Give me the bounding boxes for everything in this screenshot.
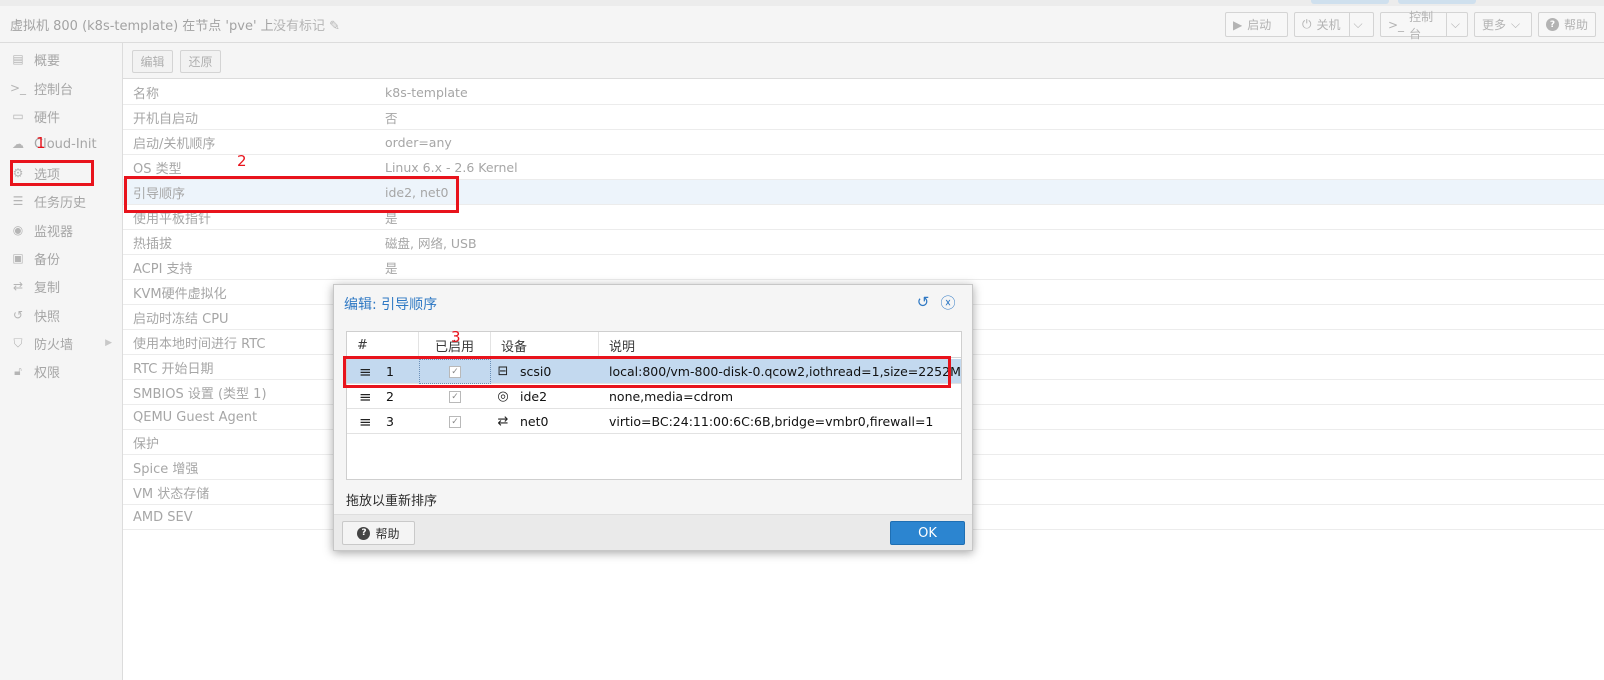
sidebar-item-cloudinit[interactable]: ☁ Cloud-Init bbox=[10, 133, 118, 155]
more-button[interactable]: 更多 ⌵ bbox=[1474, 12, 1532, 37]
sidebar-item-permissions[interactable]: 🔓︎ 权限 bbox=[10, 360, 118, 382]
dialog-footer: ? 帮助 OK bbox=[334, 514, 972, 550]
option-row[interactable]: 名称 k8s-template bbox=[123, 80, 1604, 105]
retweet-icon: ⇄ bbox=[12, 279, 24, 293]
enabled-checkbox-cell[interactable]: ✓ bbox=[419, 409, 491, 434]
eye-icon: ◉ bbox=[12, 223, 24, 237]
grid-header: # 已启用 设备 说明 bbox=[347, 332, 961, 358]
grid-row[interactable]: ≡ 2 ✓ ◎ ide2 none,media=cdrom bbox=[347, 384, 961, 409]
chevron-down-icon[interactable]: ⌵ bbox=[1445, 13, 1460, 36]
drag-handle-icon[interactable]: ≡ bbox=[359, 409, 375, 434]
shield-icon: ⛉ bbox=[13, 335, 23, 350]
enabled-checkbox[interactable]: ✓ bbox=[449, 390, 461, 403]
help-button[interactable]: ? 帮助 bbox=[1538, 12, 1596, 37]
sidebar-item-summary[interactable]: ▤ 概要 bbox=[10, 48, 118, 70]
sidebar-item-options[interactable]: ⚙ 选项 bbox=[10, 162, 118, 184]
option-row[interactable]: 开机自启动否 bbox=[123, 105, 1604, 130]
grid-row[interactable]: ≡ 3 ✓ ⇄ net0 virtio=BC:24:11:00:6C:6B,bri… bbox=[347, 409, 961, 434]
revert-button[interactable]: 还原 bbox=[180, 50, 221, 73]
list-icon: ☰ bbox=[12, 194, 24, 208]
monitor-icon: ▭ bbox=[12, 109, 24, 123]
enabled-checkbox[interactable]: ✓ bbox=[449, 365, 461, 378]
option-row[interactable]: 热插拔 磁盘, 网络, USB bbox=[123, 230, 1604, 255]
sidebar-item-task-history[interactable]: ☰ 任务历史 bbox=[10, 190, 118, 212]
option-row-boot-order[interactable]: 引导顺序 ide2, net0 bbox=[123, 180, 1604, 205]
dialog-header: 编辑: 引导顺序 ↺ ⓧ bbox=[334, 285, 972, 320]
sidebar-item-backup[interactable]: ▣ 备份 bbox=[10, 247, 118, 269]
chevron-down-icon[interactable]: ⌵ bbox=[1348, 13, 1363, 36]
drag-hint: 拖放以重新排序 bbox=[346, 494, 438, 509]
sidebar-item-snapshots[interactable]: ↺ 快照 bbox=[10, 304, 118, 326]
chevron-right-icon: ▶ bbox=[105, 338, 112, 348]
question-icon: ? bbox=[1546, 18, 1559, 31]
grid-row[interactable]: ≡ 1 ✓ ⊟ scsi0 local:800/vm-800-disk-0.qco… bbox=[347, 359, 961, 384]
boot-order-dialog: 编辑: 引导顺序 ↺ ⓧ # 已启用 设备 说明 ≡ 1 ✓ ⊟ scsi0 lo… bbox=[333, 284, 973, 551]
undo-icon[interactable]: ↺ bbox=[914, 293, 932, 311]
sidebar-item-firewall[interactable]: ⛉ 防火墙 ▶ bbox=[10, 332, 118, 354]
history-icon: ↺ bbox=[12, 308, 24, 322]
top-strip-tab bbox=[1398, 0, 1476, 4]
tags-label: 没有标记 bbox=[273, 19, 326, 34]
enabled-checkbox-cell[interactable]: ✓ bbox=[419, 359, 491, 384]
sidebar-item-monitor[interactable]: ◉ 监视器 bbox=[10, 219, 118, 241]
drag-handle-icon[interactable]: ≡ bbox=[359, 384, 375, 409]
top-strip-tab bbox=[1311, 0, 1389, 4]
cdrom-icon: ◎ bbox=[497, 389, 509, 404]
unlock-icon: 🔓︎ bbox=[14, 363, 22, 378]
vm-header: 虚拟机 800 (k8s-template) 在节点 'pve' 上 没有标记 … bbox=[0, 6, 1604, 43]
sidebar-item-console[interactable]: >_ 控制台 bbox=[10, 77, 118, 99]
exchange-icon: ⇄ bbox=[497, 414, 509, 429]
gear-icon: ⚙ bbox=[12, 166, 24, 180]
start-button[interactable]: ▶ 启动 bbox=[1225, 12, 1288, 37]
options-toolbar: 编辑 还原 bbox=[123, 43, 1604, 79]
boot-order-grid: # 已启用 设备 说明 ≡ 1 ✓ ⊟ scsi0 local:800/vm-80… bbox=[346, 331, 962, 480]
annotation-number: 1 bbox=[36, 134, 46, 152]
option-row[interactable]: ACPI 支持是 bbox=[123, 255, 1604, 280]
drag-handle-icon[interactable]: ≡ bbox=[359, 359, 375, 384]
edit-button[interactable]: 编辑 bbox=[132, 50, 173, 73]
option-row[interactable]: OS 类型 Linux 6.x - 2.6 Kernel bbox=[123, 155, 1604, 180]
floppy-icon: ▣ bbox=[12, 251, 24, 265]
play-icon: ▶ bbox=[1233, 17, 1243, 32]
power-icon: ⏻ bbox=[1302, 17, 1312, 31]
ok-button[interactable]: OK bbox=[890, 521, 965, 545]
option-row[interactable]: 启动/关机顺序 order=any bbox=[123, 130, 1604, 155]
hdd-icon: ⊟ bbox=[497, 364, 509, 379]
shutdown-button[interactable]: ⏻ 关机 ⌵ bbox=[1294, 12, 1374, 37]
cloud-icon: ☁ bbox=[12, 137, 24, 151]
terminal-icon: >_ bbox=[1388, 17, 1405, 32]
tags-area[interactable]: 没有标记 ✎ bbox=[273, 15, 340, 34]
sidebar-item-hardware[interactable]: ▭ 硬件 bbox=[10, 105, 118, 127]
vm-title: 虚拟机 800 (k8s-template) 在节点 'pve' 上 bbox=[10, 19, 274, 34]
column-header-description: 说明 bbox=[609, 339, 636, 355]
sidebar-item-replication[interactable]: ⇄ 复制 bbox=[10, 275, 118, 297]
vm-sidebar: ▤ 概要 >_ 控制台 ▭ 硬件 ☁ Cloud-Init ⚙ 选项 ☰ 任务历史 ◉ 监视器… bbox=[0, 43, 123, 680]
column-header-device: 设备 bbox=[491, 332, 599, 358]
pencil-icon[interactable]: ✎ bbox=[329, 19, 340, 34]
annotation-number: 2 bbox=[237, 152, 247, 170]
enabled-checkbox[interactable]: ✓ bbox=[449, 415, 461, 428]
terminal-icon: >_ bbox=[9, 81, 27, 95]
chevron-down-icon: ⌵ bbox=[1511, 17, 1521, 31]
enabled-checkbox-cell[interactable]: ✓ bbox=[419, 384, 491, 409]
book-icon: ▤ bbox=[12, 52, 24, 66]
dialog-help-button[interactable]: ? 帮助 bbox=[342, 521, 415, 545]
column-header-num: # bbox=[347, 332, 419, 358]
annotation-number: 3 bbox=[451, 328, 461, 346]
question-icon: ? bbox=[357, 526, 371, 540]
close-icon[interactable]: ⓧ bbox=[939, 293, 957, 312]
console-button[interactable]: >_ 控制台 ⌵ bbox=[1380, 10, 1468, 41]
option-row[interactable]: 使用平板指针是 bbox=[123, 205, 1604, 230]
dialog-title: 编辑: 引导顺序 bbox=[344, 297, 438, 313]
